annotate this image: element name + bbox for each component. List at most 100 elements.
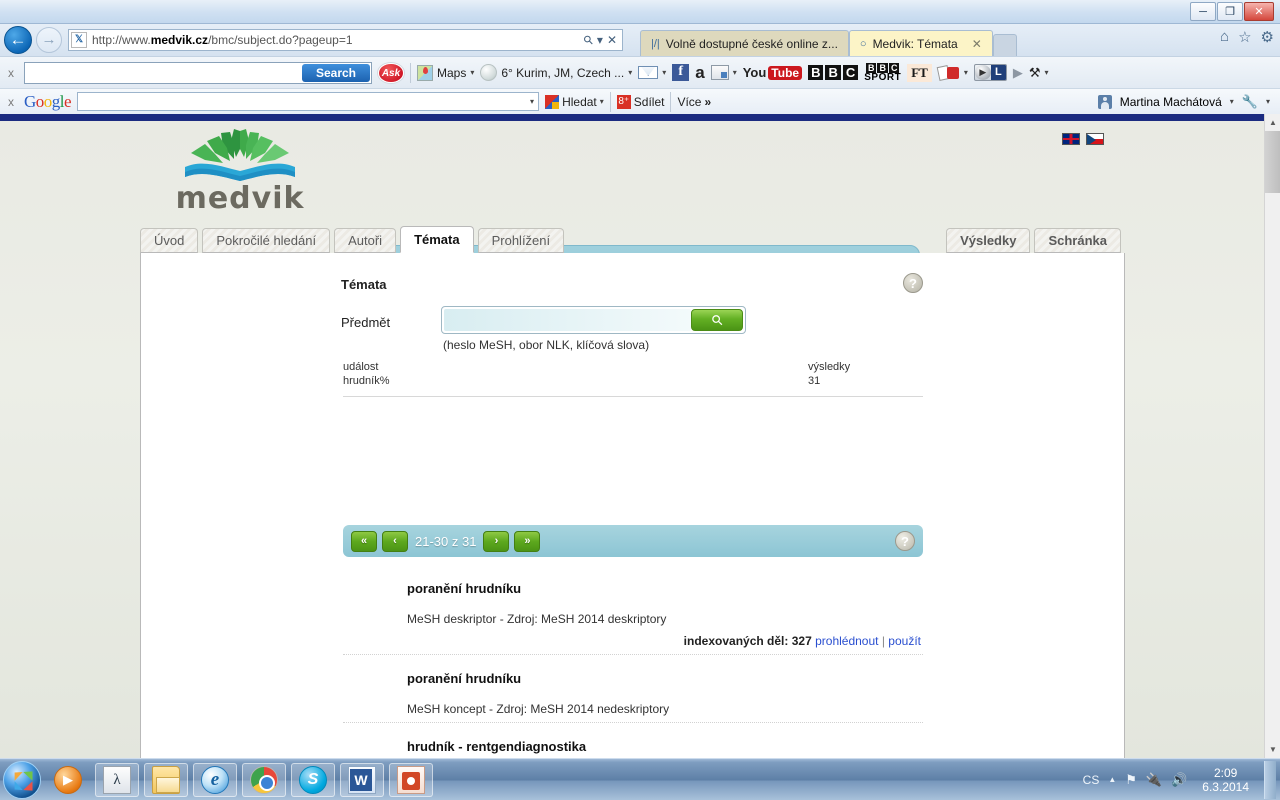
result-title[interactable]: poranění hrudníku (343, 581, 923, 596)
chevron-down-icon[interactable]: ▾ (597, 33, 603, 47)
tab-uvod[interactable]: Úvod (140, 228, 199, 253)
google-search-input[interactable]: ▾ (77, 92, 540, 111)
tools-button[interactable]: ⚒ ▾ (1029, 65, 1049, 81)
wrench-icon[interactable]: 🔧 (1242, 94, 1258, 110)
forward-button[interactable]: → (36, 27, 62, 53)
weather-button[interactable]: 6° Kurim, JM, Czech ... ▾ (480, 64, 632, 81)
toolbar-overflow-arrow-icon[interactable]: ▶ (1013, 65, 1023, 81)
home-icon[interactable]: ⌂ (1220, 28, 1229, 46)
chevron-down-icon[interactable]: ▾ (1266, 97, 1270, 106)
new-tab-button[interactable] (992, 34, 1017, 56)
scroll-down-icon[interactable]: ▼ (1265, 741, 1280, 758)
browser-tab-0[interactable]: |/| Volně dostupné české online z... (640, 30, 849, 56)
taskbar-app-microsoft-word[interactable] (340, 762, 384, 797)
taskbar-app-file-explorer[interactable] (144, 762, 188, 797)
scroll-up-icon[interactable]: ▲ (1265, 114, 1280, 131)
url-text[interactable]: http://www.medvik.cz/bmc/subject.do?page… (87, 33, 584, 47)
tab-temata[interactable]: Témata (400, 226, 474, 253)
network-icon[interactable]: ⚑ (1125, 772, 1137, 788)
minimize-button[interactable]: ─ (1190, 2, 1216, 21)
maps-button[interactable]: Maps ▾ (417, 64, 474, 81)
chevron-down-icon[interactable]: ▾ (628, 68, 632, 77)
gear-icon[interactable]: ⚙ (1261, 28, 1274, 46)
taskbar-app-microsoft-powerpoint[interactable] (389, 762, 433, 797)
predmet-input[interactable] (444, 309, 691, 331)
taskbar-app-windows-media-player[interactable]: ▶ (46, 763, 90, 797)
chevron-down-icon[interactable]: ▾ (600, 97, 604, 106)
ask-search-button[interactable]: Search (301, 63, 370, 82)
page-scrollbar[interactable]: ▲ ▼ (1264, 114, 1280, 758)
pager-first-button[interactable]: « (351, 530, 377, 552)
facebook-icon[interactable]: f (672, 64, 690, 81)
link-prohlednout[interactable]: prohlédnout (815, 634, 878, 648)
chevron-down-icon[interactable]: ▾ (530, 97, 534, 106)
taskbar-app-internet-explorer[interactable]: e (193, 762, 237, 797)
tab-pokrocile-hledani[interactable]: Pokročilé hledání (202, 228, 331, 253)
flag-uk-icon[interactable] (1062, 133, 1080, 145)
browser-tab-1[interactable]: ○ Medvik: Témata ✕ (848, 30, 993, 56)
toolbar-divider (670, 91, 672, 112)
pager-next-button[interactable]: › (483, 530, 510, 552)
amazon-icon[interactable]: a (695, 64, 704, 81)
restore-button[interactable]: ❐ (1217, 2, 1243, 21)
tab-prohlizeni[interactable]: Prohlížení (477, 228, 565, 253)
share-icon: 8⁺ (616, 94, 631, 109)
chevron-down-icon[interactable]: ▾ (964, 68, 968, 77)
show-desktop-button[interactable] (1264, 760, 1276, 799)
bbc-sport-icon[interactable]: B B C SPORT (864, 62, 901, 83)
start-button[interactable] (3, 760, 41, 799)
media-player-icon[interactable]: ▶ L (973, 64, 1007, 81)
bbcsport-letter-0: B (865, 62, 877, 73)
google-account-area[interactable]: Martina Machátová ▾ 🔧 ▾ (1097, 94, 1276, 110)
tab-vysledky[interactable]: Výsledky (946, 228, 1031, 253)
ask-search-input[interactable]: Search (24, 61, 372, 84)
close-button[interactable]: ✕ (1244, 2, 1274, 21)
link-pouzit[interactable]: použít (888, 634, 921, 648)
games-button[interactable]: ▾ (936, 64, 968, 81)
link-separator: | (881, 634, 885, 648)
clock[interactable]: 2:09 6.3.2014 (1196, 766, 1255, 794)
taskbar-app-lambda[interactable]: λ (95, 762, 139, 797)
google-search-button[interactable]: Hledat ▾ (545, 94, 604, 109)
medvik-logo[interactable]: medvik (175, 127, 305, 219)
address-bar[interactable]: 𝕏 http://www.medvik.cz/bmc/subject.do?pa… (68, 29, 623, 51)
chevron-down-icon[interactable]: ▾ (470, 68, 474, 77)
battery-icon[interactable]: 🔌 (1146, 772, 1162, 788)
result-title[interactable]: poranění hrudníku (343, 671, 923, 686)
help-icon[interactable]: ? (895, 531, 915, 551)
google-more-button[interactable]: Více » (677, 95, 711, 109)
google-share-button[interactable]: 8⁺ Sdílet (616, 94, 664, 109)
pager-last-button[interactable]: » (514, 530, 541, 552)
mail-button[interactable]: ▾ (638, 66, 666, 79)
back-button[interactable]: ← (4, 26, 32, 54)
chevron-down-icon[interactable]: ▾ (1230, 97, 1234, 106)
ask-logo-icon[interactable]: Ask (378, 62, 404, 83)
scrollbar-thumb[interactable] (1265, 131, 1280, 193)
google-toolbar-close-button[interactable]: x (4, 95, 18, 109)
pager-prev-button[interactable]: ‹ (382, 530, 408, 552)
result-title[interactable]: hrudník - rentgendiagnostika (343, 739, 923, 754)
language-indicator[interactable]: CS (1083, 773, 1100, 787)
volume-icon[interactable]: 🔊 (1171, 772, 1187, 788)
tray-expand-icon[interactable]: ▲ (1108, 775, 1116, 784)
taskbar-app-google-chrome[interactable] (242, 762, 286, 797)
flag-cz-icon[interactable] (1086, 133, 1104, 145)
youtube-icon[interactable]: You Tube (743, 65, 803, 80)
chevron-down-icon[interactable]: ▾ (1045, 68, 1049, 77)
ask-toolbar-close-button[interactable]: x (4, 66, 18, 80)
favorites-star-icon[interactable]: ☆ (1238, 28, 1251, 46)
chevron-down-icon[interactable]: ▾ (733, 68, 737, 77)
tab-schranka[interactable]: Schránka (1034, 228, 1121, 253)
chevron-down-icon[interactable]: ▾ (662, 68, 666, 77)
help-icon[interactable]: ? (903, 273, 923, 293)
browser-tabstrip: |/| Volně dostupné české online z... ○ M… (640, 26, 1017, 56)
financial-times-icon[interactable]: FT (907, 63, 932, 82)
bbc-icon[interactable]: B B C (808, 65, 859, 80)
predmet-search-button[interactable]: ⚲ (691, 309, 743, 331)
taskbar-app-skype[interactable]: S (291, 762, 335, 797)
stop-icon[interactable]: ✕ (607, 33, 617, 47)
news-button[interactable]: ▾ (710, 65, 737, 80)
tab-autori[interactable]: Autoři (334, 228, 397, 253)
weather-label: 6° Kurim, JM, Czech ... (501, 65, 625, 80)
tab-close-icon[interactable]: ✕ (972, 37, 982, 51)
